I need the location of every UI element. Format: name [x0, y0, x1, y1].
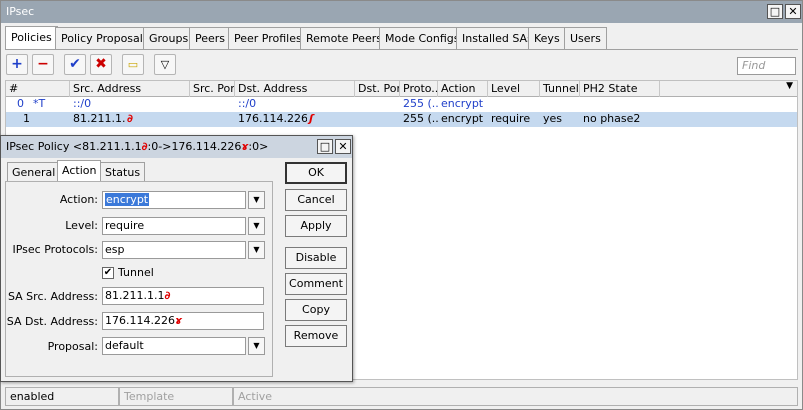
sa-src-address-label: SA Src. Address:	[7, 290, 98, 303]
row-num: 1	[23, 112, 30, 125]
filter-button[interactable]: ▽	[154, 54, 176, 75]
sa-src-address-input[interactable]: 81.211.1.1∂	[102, 287, 264, 305]
tab-keys[interactable]: Keys	[528, 27, 566, 49]
tab-installed-sas[interactable]: Installed SAs	[456, 27, 539, 49]
col-ph2-state[interactable]: PH2 State	[580, 81, 660, 97]
window-titlebar: IPsec □ ✕	[1, 1, 802, 23]
level-dropdown-icon[interactable]: ▼	[248, 217, 265, 235]
row-proto: 255 (...	[403, 112, 438, 125]
dialog-titlebar: IPsec Policy <81.211.1.1∂:0->176.114.226…	[1, 136, 352, 158]
tab-users[interactable]: Users	[564, 27, 607, 49]
remove-button[interactable]: Remove	[285, 325, 347, 347]
col-proto[interactable]: Proto...	[400, 81, 438, 97]
tab-mode-configs[interactable]: Mode Configs	[379, 27, 466, 49]
redaction-scribble: ∂	[127, 112, 133, 125]
col-src-address[interactable]: Src. Address	[70, 81, 190, 97]
row-src: 81.211.1.1	[73, 112, 126, 125]
row-action: encrypt	[441, 97, 484, 110]
table-header: # Src. Address Src. Port Dst. Address Ds…	[6, 81, 797, 97]
status-enabled: enabled	[5, 387, 119, 406]
checkmark-icon: ✔	[103, 267, 113, 278]
col-tunnel[interactable]: Tunnel	[540, 81, 580, 97]
ipsec-policy-dialog: IPsec Policy <81.211.1.1∂:0->176.114.226…	[0, 135, 353, 382]
copy-button[interactable]: Copy	[285, 299, 347, 321]
status-template: Template	[119, 387, 233, 406]
row-src: ::/0	[73, 97, 92, 110]
tab-general[interactable]: General	[7, 162, 61, 182]
columns-dropdown-icon[interactable]: ▼	[786, 81, 793, 91]
proposal-select[interactable]: default	[102, 337, 246, 355]
tab-status[interactable]: Status	[100, 162, 146, 182]
action-select[interactable]: encrypt	[102, 191, 246, 209]
row-flag: *T	[33, 97, 46, 110]
col-src-port[interactable]: Src. Port	[190, 81, 235, 97]
window-title: IPsec	[6, 5, 35, 18]
note-icon: ▭	[127, 58, 139, 71]
row-level: require	[491, 112, 531, 125]
redaction-scribble: ʃ	[309, 112, 314, 125]
action-dropdown-icon[interactable]: ▼	[248, 191, 265, 209]
proposal-label: Proposal:	[47, 340, 98, 353]
tab-policies[interactable]: Policies	[5, 26, 58, 50]
action-panel: Action: encrypt ▼ Level: require ▼ IPsec…	[5, 181, 273, 377]
sa-dst-address-label: SA Dst. Address:	[6, 315, 98, 328]
ipsec-protocols-label: IPsec Protocols:	[12, 243, 99, 256]
status-bar: enabled Template Active	[5, 387, 798, 406]
proposal-dropdown-icon[interactable]: ▼	[248, 337, 265, 355]
tab-policy-proposals[interactable]: Policy Proposals	[55, 27, 155, 49]
disable-button[interactable]: Disable	[285, 247, 347, 269]
comment-button[interactable]: ▭	[122, 54, 144, 75]
tab-groups[interactable]: Groups	[143, 27, 195, 49]
row-dst: ::/0	[238, 97, 257, 110]
cancel-button[interactable]: Cancel	[285, 189, 347, 211]
dialog-title: IPsec Policy <81.211.1.1∂:0->176.114.226…	[6, 140, 269, 153]
add-button[interactable]: +	[6, 54, 28, 75]
col-action[interactable]: Action	[438, 81, 488, 97]
col-level[interactable]: Level	[488, 81, 540, 97]
filter-icon: ▽	[160, 58, 170, 71]
row-ph2: no phase2	[583, 112, 641, 125]
level-label: Level:	[65, 219, 98, 232]
apply-button[interactable]: Apply	[285, 215, 347, 237]
level-select[interactable]: require	[102, 217, 246, 235]
ipsec-protocols-select[interactable]: esp	[102, 241, 246, 259]
row-tunnel: yes	[543, 112, 563, 125]
tab-remote-peers[interactable]: Remote Peers	[300, 27, 388, 49]
tab-peers[interactable]: Peers	[189, 27, 232, 49]
cross-icon: ✖	[95, 56, 107, 72]
row-dst: 176.114.226.1	[238, 112, 307, 125]
tunnel-checkbox[interactable]: ✔	[102, 267, 114, 279]
tab-divider	[5, 49, 798, 50]
check-icon: ✔	[69, 56, 81, 72]
find-input[interactable]: Find	[737, 57, 796, 75]
row-proto: 255 (...	[403, 97, 438, 110]
col-dst-port[interactable]: Dst. Port	[355, 81, 400, 97]
table-row[interactable]: 0 *T ::/0 ::/0 255 (... encrypt	[6, 97, 797, 112]
tunnel-label: Tunnel	[118, 266, 154, 279]
tab-peer-profiles[interactable]: Peer Profiles	[228, 27, 308, 49]
row-action: encrypt	[441, 112, 484, 125]
dialog-close-button[interactable]: ✕	[335, 139, 351, 154]
disable-button[interactable]: ✖	[90, 54, 112, 75]
status-active: Active	[233, 387, 798, 406]
comment-button[interactable]: Comment	[285, 273, 347, 295]
dialog-maximize-button[interactable]: □	[317, 139, 333, 154]
close-button[interactable]: ✕	[785, 4, 801, 19]
action-label: Action:	[59, 193, 98, 206]
remove-button[interactable]: −	[32, 54, 54, 75]
enable-button[interactable]: ✔	[64, 54, 86, 75]
protocols-dropdown-icon[interactable]: ▼	[248, 241, 265, 259]
minus-icon: −	[37, 56, 49, 72]
redaction-scribble: ∂	[164, 289, 171, 302]
col-dst-address[interactable]: Dst. Address	[235, 81, 355, 97]
row-num: 0	[17, 97, 24, 110]
col-num[interactable]: #	[6, 81, 70, 97]
table-row[interactable]: 1 81.211.1.1 ∂ 176.114.226.1 ʃ 255 (... …	[6, 112, 797, 127]
maximize-button[interactable]: □	[767, 4, 783, 19]
redaction-scribble: ɤ	[174, 314, 182, 327]
plus-icon: +	[11, 56, 23, 72]
sa-dst-address-input[interactable]: 176.114.226ɤ	[102, 312, 264, 330]
tab-action[interactable]: Action	[57, 160, 102, 182]
ok-button[interactable]: OK	[285, 162, 347, 184]
